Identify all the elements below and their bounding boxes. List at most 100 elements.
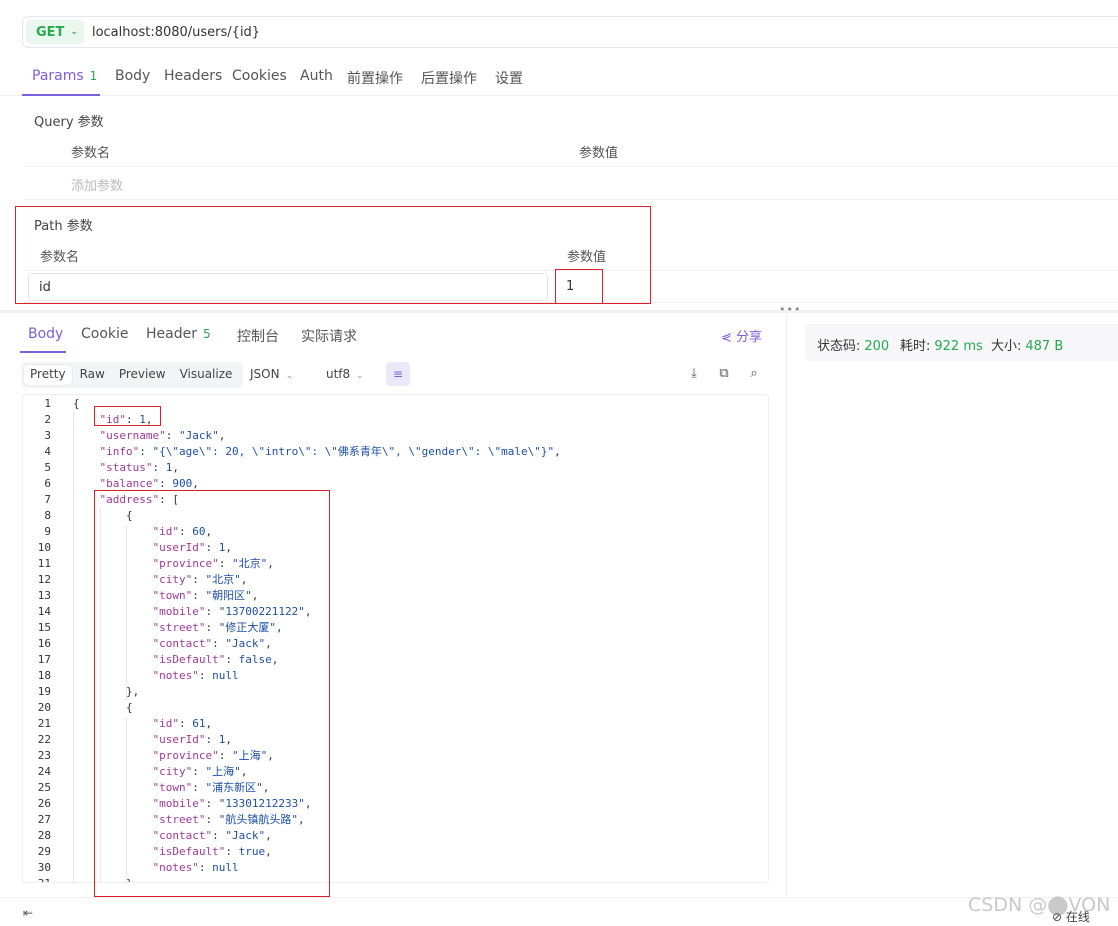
line-number: 9 — [44, 525, 51, 538]
line-number: 24 — [37, 765, 51, 778]
url-input[interactable]: localhost:8080/users/{id} — [92, 25, 260, 40]
line-number: 31 — [23, 876, 51, 882]
line-number: 16 — [37, 637, 51, 650]
line-number: 7 — [44, 493, 51, 506]
json-value: "{\"age\": 20, \"intro\": \"佛系青年\", \"ge… — [152, 445, 555, 458]
bottom-bar — [0, 897, 1118, 926]
tab-post-processors[interactable]: 后置操作 — [421, 68, 477, 88]
tab-params[interactable]: Params 1 — [32, 68, 97, 84]
online-icon: ⊘ — [1052, 910, 1063, 924]
chevron-down-icon: ⌄ — [285, 371, 294, 381]
status-code-value: 200 — [864, 339, 890, 354]
line-number: 29 — [37, 845, 51, 858]
panel-splitter[interactable] — [0, 310, 1118, 313]
json-key: "status" — [99, 461, 153, 474]
response-size-label: 大小: — [991, 339, 1022, 354]
query-name-header: 参数名 — [71, 146, 111, 161]
tab-auth[interactable]: Auth — [300, 68, 333, 84]
format-select[interactable]: JSON ⌄ — [250, 367, 293, 381]
download-icon[interactable]: ⤓ — [686, 366, 702, 382]
query-params-title: Query 参数 — [34, 115, 104, 130]
line-number: 1 — [44, 397, 51, 410]
json-key: "info" — [99, 445, 140, 458]
status-code: 状态码: 200 — [817, 335, 889, 354]
response-size: 大小: 487 B — [991, 335, 1063, 354]
divider — [24, 199, 1118, 200]
line-number: 14 — [37, 605, 51, 618]
wrap-lines-icon[interactable]: ≡ — [386, 362, 410, 386]
format-select-value: JSON — [250, 367, 280, 381]
method-select[interactable]: GET ⌄ — [26, 20, 84, 44]
line-number: 13 — [37, 589, 51, 602]
copy-icon[interactable]: ⧉ — [716, 366, 732, 382]
highlight-box-id-field — [94, 406, 161, 426]
tab-label: Header — [146, 326, 197, 342]
json-key: "username" — [99, 429, 166, 442]
line-number: 2 — [44, 413, 51, 426]
view-mode-switch: Pretty Raw Preview Visualize — [21, 362, 244, 388]
line-number: 23 — [37, 749, 51, 762]
line-number: 28 — [37, 829, 51, 842]
method-label: GET — [36, 24, 65, 40]
encoding-select-value: utf8 — [326, 367, 351, 381]
line-number: 12 — [37, 573, 51, 586]
code-text: "status": 1, — [99, 461, 179, 474]
url-bar[interactable]: GET ⌄ localhost:8080/users/{id} — [22, 16, 1118, 48]
code-text: "info": "{\"age\": 20, \"intro\": \"佛系青年… — [99, 445, 561, 458]
json-value: 1 — [165, 461, 173, 474]
tab-pre-processors[interactable]: 前置操作 — [347, 68, 403, 88]
res-tab-console[interactable]: 控制台 — [237, 326, 279, 346]
line-number: 8 — [44, 509, 51, 522]
line-number: 17 — [37, 653, 51, 666]
line-number: 19 — [37, 685, 51, 698]
encoding-select[interactable]: utf8 ⌄ — [326, 367, 364, 381]
code-line: 5 "status": 1, — [23, 460, 768, 476]
collapse-sidebar-icon[interactable]: ⇤ — [23, 906, 33, 920]
line-number: 15 — [37, 621, 51, 634]
line-number: 11 — [37, 557, 51, 570]
share-icon: ⋞ — [721, 330, 732, 345]
tab-count: 5 — [202, 327, 211, 341]
res-tab-actual-request[interactable]: 实际请求 — [301, 326, 357, 346]
chevron-down-icon: ⌄ — [70, 27, 78, 37]
line-number: 18 — [37, 669, 51, 682]
tab-label: Params — [32, 68, 84, 84]
json-key: "balance" — [99, 477, 160, 490]
line-number: 4 — [44, 445, 51, 458]
tab-cookies[interactable]: Cookies — [232, 68, 287, 84]
drag-handle-icon[interactable]: ••• — [779, 303, 801, 316]
response-time-value: 922 ms — [934, 339, 983, 354]
response-size-value: 487 B — [1025, 339, 1064, 354]
line-number: 22 — [37, 733, 51, 746]
tab-headers[interactable]: Headers — [164, 68, 222, 84]
res-tab-cookie[interactable]: Cookie — [81, 326, 129, 342]
view-pretty[interactable]: Pretty — [24, 365, 72, 385]
share-button[interactable]: ⋞ 分享 — [721, 326, 762, 345]
line-number: 5 — [44, 461, 51, 474]
code-line: 4 "info": "{\"age\": 20, \"intro\": \"佛系青… — [23, 444, 768, 460]
line-number: 21 — [37, 717, 51, 730]
line-number: 6 — [44, 477, 51, 490]
tab-settings[interactable]: 设置 — [495, 68, 523, 88]
view-visualize[interactable]: Visualize — [174, 365, 239, 385]
chevron-down-icon: ⌄ — [356, 371, 364, 381]
res-tab-header[interactable]: Header 5 — [146, 326, 211, 342]
tab-count: 1 — [89, 69, 98, 83]
active-tab-indicator — [22, 94, 100, 96]
json-value: 900 — [172, 477, 193, 490]
res-tab-body[interactable]: Body — [28, 326, 63, 342]
add-param-input[interactable]: 添加参数 — [71, 175, 123, 194]
active-tab-indicator — [20, 351, 66, 353]
highlight-box-address-field — [94, 490, 330, 897]
search-icon[interactable]: ⌕ — [746, 366, 762, 382]
json-value: "Jack" — [178, 429, 219, 442]
online-label: 在线 — [1065, 910, 1090, 924]
code-line: 3 "username": "Jack", — [23, 428, 768, 444]
view-preview[interactable]: Preview — [113, 365, 172, 385]
line-number: 3 — [44, 429, 51, 442]
online-status[interactable]: ⊘ 在线 — [1052, 908, 1090, 925]
tab-body[interactable]: Body — [115, 68, 150, 84]
line-number: 20 — [37, 701, 51, 714]
view-raw[interactable]: Raw — [74, 365, 111, 385]
line-number: 26 — [37, 797, 51, 810]
